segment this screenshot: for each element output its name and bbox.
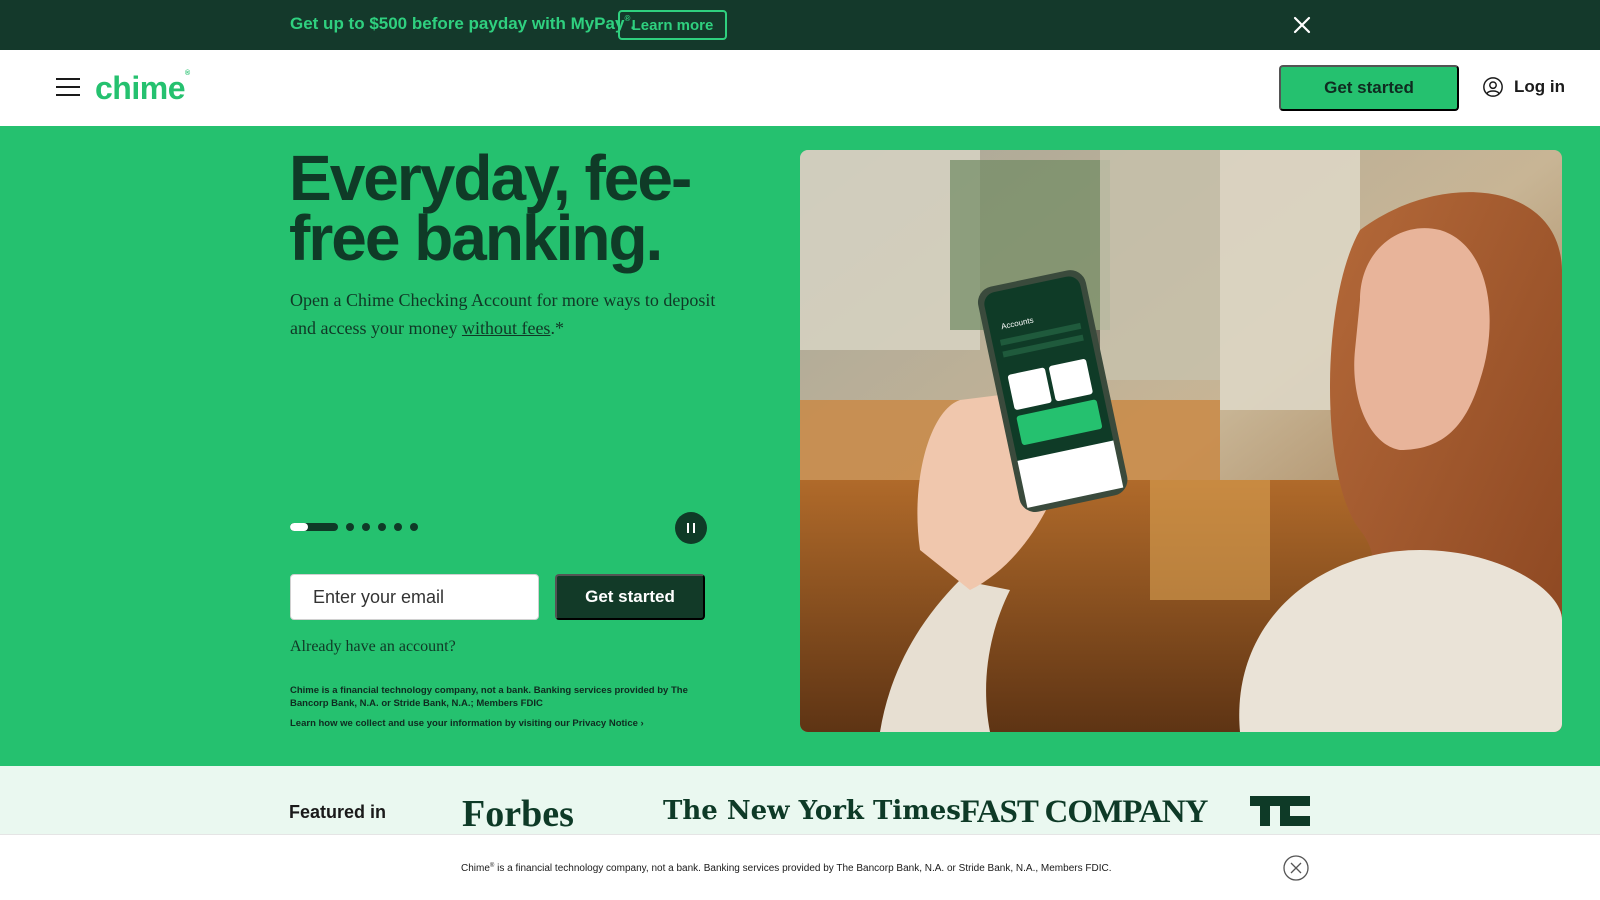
logo-mark: ®	[184, 70, 190, 77]
carousel-dot-active[interactable]	[290, 523, 338, 531]
hero-subtitle-footnote: .*	[550, 318, 564, 338]
learn-more-button[interactable]: Learn more	[618, 10, 727, 40]
nyt-logo: The New York Times	[663, 796, 961, 826]
hero-section: Everyday, fee-free banking. Open a Chime…	[0, 126, 1600, 766]
hero-subtitle: Open a Chime Checking Account for more w…	[290, 286, 730, 342]
woman-holding-phone-illustration: Accounts	[800, 150, 1562, 732]
promo-message: Get up to $500 before payday with MyPay	[290, 14, 625, 33]
site-header: chime® Get started Log in	[0, 50, 1600, 126]
hero-disclaimer: Chime is a financial technology company,…	[290, 685, 688, 709]
hamburger-menu-icon[interactable]	[56, 78, 80, 96]
close-circle-icon[interactable]	[1283, 855, 1309, 881]
without-fees-link[interactable]: without fees	[462, 318, 550, 338]
carousel-dot[interactable]	[378, 523, 386, 531]
carousel-dot[interactable]	[362, 523, 370, 531]
carousel-indicators	[290, 521, 418, 533]
techcrunch-logo	[1250, 796, 1310, 826]
featured-in-label: Featured in	[289, 802, 387, 822]
hero-photo: Accounts	[800, 150, 1562, 732]
pause-icon[interactable]	[675, 512, 707, 544]
chime-logo[interactable]: chime®	[95, 70, 190, 107]
carousel-dot[interactable]	[394, 523, 402, 531]
featured-in-strip: Featured in Forbes The New York Times FA…	[0, 766, 1600, 835]
forbes-logo: Forbes	[462, 793, 574, 835]
user-circle-icon	[1483, 77, 1503, 97]
privacy-notice-link[interactable]: Learn how we collect and use your inform…	[290, 718, 644, 729]
bottom-notice-text: Chime® is a financial technology company…	[461, 863, 1111, 874]
promo-text: Get up to $500 before payday with MyPay®…	[290, 14, 635, 34]
fast-company-logo: FAST COMPANY	[960, 794, 1208, 830]
promo-banner: Get up to $500 before payday with MyPay®…	[0, 0, 1600, 50]
logo-text: chime	[95, 70, 185, 106]
close-icon[interactable]	[1290, 13, 1314, 37]
already-have-account-link[interactable]: Already have an account?	[290, 638, 456, 656]
login-label: Log in	[1514, 77, 1565, 96]
hero-get-started-button[interactable]: Get started	[555, 574, 705, 620]
header-get-started-button[interactable]: Get started	[1279, 65, 1459, 111]
login-link[interactable]: Log in	[1482, 76, 1565, 98]
carousel-dot[interactable]	[410, 523, 418, 531]
email-input[interactable]	[290, 574, 539, 620]
notice-brand: Chime	[461, 863, 490, 874]
notice-body: is a financial technology company, not a…	[494, 863, 1112, 874]
carousel-dot[interactable]	[346, 523, 354, 531]
hero-title: Everyday, fee-free banking.	[289, 142, 692, 274]
bottom-notice-bar: Chime® is a financial technology company…	[0, 834, 1600, 900]
